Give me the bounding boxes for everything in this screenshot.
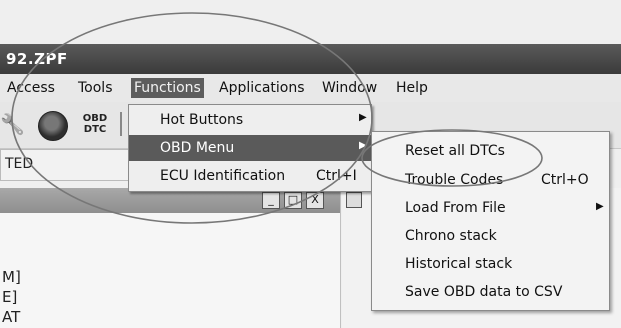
menu-item-label: Reset all DTCs — [405, 143, 505, 159]
child-text-line: E] — [2, 288, 18, 306]
child-text-line: AT — [2, 308, 21, 326]
submenu-arrow-icon: ▶ — [359, 140, 367, 151]
maximize-button[interactable]: □ — [284, 192, 302, 209]
menu-item-hot-buttons[interactable]: Hot Buttons ▶ — [129, 107, 371, 133]
menu-item-label: Trouble Codes — [405, 172, 504, 188]
minimize-button[interactable]: _ — [262, 192, 280, 209]
menu-item-trouble-codes[interactable]: Trouble Codes Ctrl+O — [372, 168, 609, 192]
menu-item-ecu-identification[interactable]: ECU Identification Ctrl+I — [129, 163, 371, 189]
child-text-line: M] — [2, 268, 21, 286]
menu-item-chrono-stack[interactable]: Chrono stack — [372, 224, 609, 248]
menu-item-label: Hot Buttons — [160, 112, 244, 128]
menu-tools[interactable]: Tools — [75, 78, 116, 98]
menu-item-label: Save OBD data to CSV — [405, 284, 563, 300]
menu-item-obd-menu[interactable]: OBD Menu ▶ — [129, 135, 371, 161]
submenu-arrow-icon: ▶ — [596, 201, 604, 212]
menu-item-load-from-file[interactable]: Load From File ▶ — [372, 196, 609, 220]
menu-applications[interactable]: Applications — [216, 78, 308, 98]
child-window: _ □ X M] E] AT — [0, 188, 341, 328]
obd-submenu: Reset all DTCs Trouble Codes Ctrl+O Load… — [371, 131, 610, 311]
close-button[interactable]: X — [306, 192, 324, 209]
menu-item-save-obd-data-csv[interactable]: Save OBD data to CSV — [372, 280, 609, 304]
obd-dtc-icon[interactable]: OBD DTC — [80, 110, 110, 140]
pane-icon — [346, 192, 362, 208]
menu-item-historical-stack[interactable]: Historical stack — [372, 252, 609, 276]
menu-item-shortcut: Ctrl+I — [316, 168, 357, 184]
status-label-strip: TED — [0, 149, 132, 181]
menu-functions[interactable]: Functions — [131, 78, 204, 98]
menu-item-label: ECU Identification — [160, 168, 286, 184]
window-title: 92.ZPF — [6, 50, 68, 68]
menu-item-reset-all-dtcs[interactable]: Reset all DTCs — [372, 139, 609, 163]
menu-item-shortcut: Ctrl+O — [541, 172, 589, 188]
menu-item-label: Load From File — [405, 200, 506, 216]
gauge-icon[interactable] — [38, 111, 68, 141]
window-title-bar: 92.ZPF — [0, 44, 621, 74]
status-label: TED — [5, 156, 34, 172]
toolbar-divider — [120, 112, 122, 136]
menu-window[interactable]: Window — [319, 78, 380, 98]
menu-item-label: OBD Menu — [160, 140, 235, 156]
submenu-arrow-icon: ▶ — [359, 112, 367, 123]
wrench-icon[interactable]: 🔧 — [0, 112, 25, 136]
menu-help[interactable]: Help — [393, 78, 431, 98]
menu-item-label: Chrono stack — [405, 228, 497, 244]
functions-dropdown: Hot Buttons ▶ OBD Menu ▶ ECU Identificat… — [128, 104, 372, 192]
obd-dtc-label: OBD DTC — [82, 113, 108, 135]
menu-access[interactable]: Access — [4, 78, 58, 98]
menu-item-label: Historical stack — [405, 256, 513, 272]
menu-bar: Access Tools Functions Applications Wind… — [0, 74, 621, 103]
